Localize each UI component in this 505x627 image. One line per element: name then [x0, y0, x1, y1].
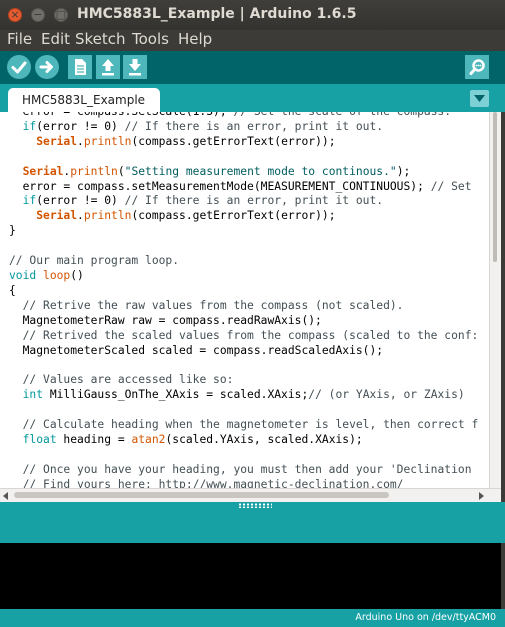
code-line[interactable]: // Calculate heading when the magnetomet…	[9, 418, 479, 433]
code-line[interactable]	[9, 358, 478, 373]
vertical-scrollbar[interactable]	[489, 112, 501, 488]
status-bar: Arduino Uno on /dev/ttyACM0	[0, 609, 505, 627]
tab-menu-button[interactable]	[470, 90, 489, 107]
splitter[interactable]	[0, 502, 505, 510]
scroll-right-icon[interactable]	[479, 492, 484, 500]
code-line[interactable]: if(error != 0) // If there is an error, …	[9, 194, 478, 209]
open-sketch-button[interactable]	[96, 55, 120, 79]
code-line[interactable]: // Retrive the raw values from the compa…	[9, 299, 478, 314]
board-port-status: Arduino Uno on /dev/ttyACM0	[355, 612, 496, 623]
code-line[interactable]: Serial.println(compass.getErrorText(erro…	[9, 209, 478, 224]
menu-help[interactable]: Help	[178, 30, 212, 48]
chevron-down-icon	[474, 95, 485, 102]
code-line[interactable]: // Once you have your heading, you must …	[9, 463, 478, 478]
splitter-grip-icon[interactable]	[238, 503, 272, 508]
maximize-icon: □	[55, 8, 67, 21]
console-output[interactable]	[0, 543, 501, 610]
menu-file[interactable]: File	[7, 30, 32, 48]
close-window-button[interactable]: ×	[8, 8, 22, 22]
minimize-window-button[interactable]: −	[31, 8, 45, 22]
horizontal-scrollbar-thumb[interactable]	[14, 492, 389, 498]
code-line[interactable]: MagnetometerRaw raw = compass.readRawAxi…	[9, 314, 478, 329]
code-line[interactable]: void loop()	[9, 269, 478, 284]
verify-icon	[11, 61, 27, 74]
menu-edit[interactable]: Edit	[41, 30, 70, 48]
close-icon: ×	[10, 8, 20, 21]
maximize-window-button[interactable]: □	[54, 8, 68, 22]
verify-button[interactable]	[7, 55, 31, 79]
toolbar	[0, 51, 505, 84]
code-line[interactable]: Serial.println(compass.getErrorText(erro…	[9, 135, 478, 150]
scroll-left-icon[interactable]	[3, 492, 8, 500]
code-line[interactable]: error = compass.SetScale(1.3); // Set th…	[9, 112, 478, 120]
code-line[interactable]: Serial.println("Setting measurement mode…	[9, 165, 478, 180]
open-icon	[102, 59, 114, 76]
code-text[interactable]: error = compass.SetScale(1.3); // Set th…	[9, 112, 478, 493]
serial-monitor-button[interactable]	[465, 55, 489, 79]
horizontal-scrollbar[interactable]	[0, 488, 501, 502]
serial-monitor-icon	[469, 59, 485, 75]
vertical-scrollbar-thumb[interactable]	[493, 112, 497, 262]
menu-sketch[interactable]: Sketch	[75, 30, 126, 48]
code-line[interactable]	[9, 448, 478, 463]
code-line[interactable]	[9, 403, 478, 418]
code-line[interactable]: // Retrived the scaled values from the c…	[9, 329, 479, 344]
new-sketch-button[interactable]	[68, 55, 92, 79]
menu-tools[interactable]: Tools	[132, 30, 169, 48]
code-line[interactable]: // Our main program loop.	[9, 254, 478, 269]
upload-button[interactable]	[35, 55, 59, 79]
minimize-icon: −	[33, 8, 43, 21]
save-sketch-button[interactable]	[123, 55, 147, 79]
code-editor[interactable]: error = compass.SetScale(1.3); // Set th…	[0, 112, 501, 502]
menu-bar: File Edit Sketch Tools Help	[0, 30, 505, 50]
window-edge	[501, 112, 505, 510]
window-title: HMC5883L_Example | Arduino 1.6.5	[77, 6, 357, 22]
code-line[interactable]: MagnetometerScaled scaled = compass.read…	[9, 344, 478, 359]
tab-hmc5883l-example[interactable]: HMC5883L_Example	[8, 88, 160, 112]
code-line[interactable]: float heading = atan2(scaled.YAxis, scal…	[9, 433, 478, 448]
code-line[interactable]: {	[9, 284, 478, 299]
message-area	[0, 510, 505, 543]
code-line[interactable]: error = compass.setMeasurementMode(MEASU…	[9, 180, 478, 195]
code-line[interactable]: int MilliGauss_OnThe_XAxis = scaled.XAxi…	[9, 388, 478, 403]
code-line[interactable]: }	[9, 224, 478, 239]
upload-icon	[39, 61, 53, 73]
code-line[interactable]	[9, 150, 478, 165]
code-line[interactable]	[9, 239, 478, 254]
code-line[interactable]: if(error != 0) // If there is an error, …	[9, 120, 478, 135]
tab-bar: HMC5883L_Example	[0, 84, 505, 112]
save-icon	[129, 59, 141, 76]
title-bar: × − □ HMC5883L_Example | Arduino 1.6.5	[0, 0, 505, 30]
code-line[interactable]: // Values are accessed like so:	[9, 373, 478, 388]
new-icon	[75, 59, 86, 75]
